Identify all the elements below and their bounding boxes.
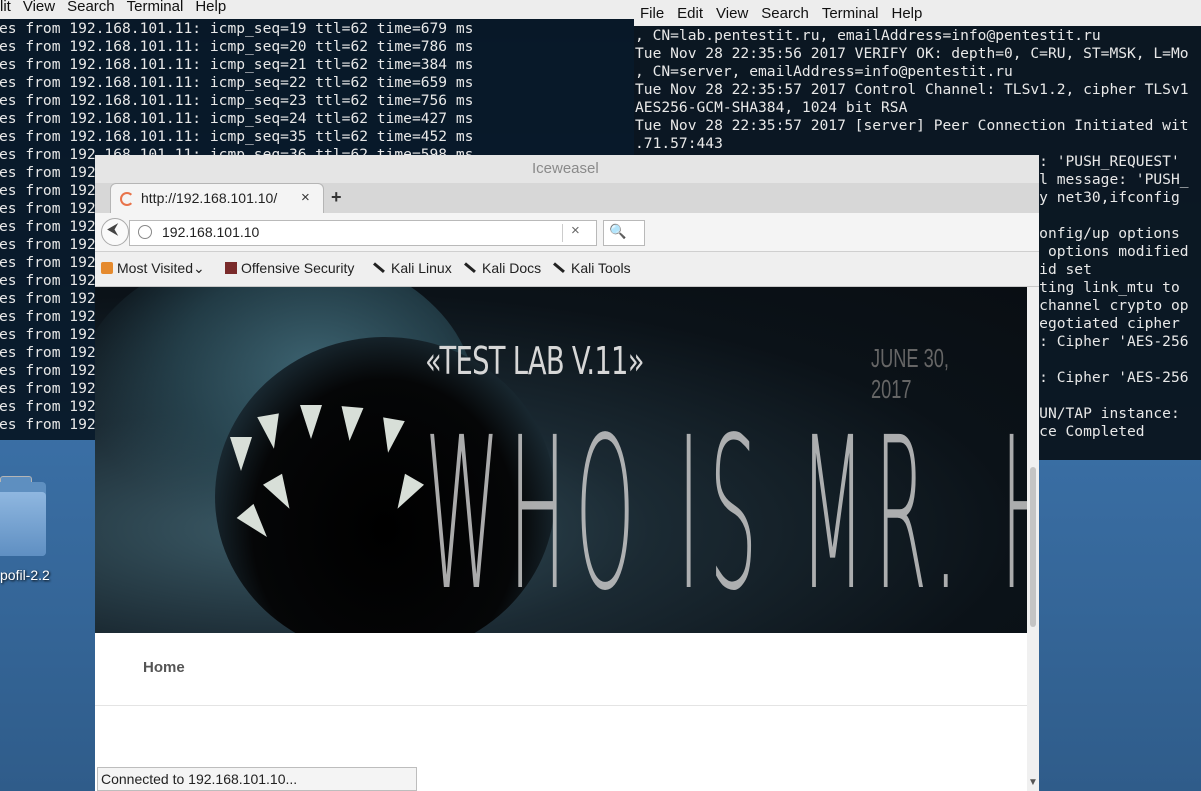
tab-title: http://192.168.101.10/ xyxy=(141,190,278,206)
terminal-line: es from 192.168.101.11: icmp_seq=22 ttl=… xyxy=(0,74,474,91)
new-tab-button[interactable]: + xyxy=(331,187,342,208)
status-text: Connected to 192.168.101.10... xyxy=(101,771,298,787)
url-bar[interactable]: 192.168.101.10 × xyxy=(129,220,597,246)
bookmark-kali-tools[interactable]: Kali Tools xyxy=(553,260,631,276)
tab-strip: http://192.168.101.10/ × + xyxy=(95,183,1039,214)
most-visited-icon xyxy=(101,262,113,274)
bookmark-kali-docs[interactable]: Kali Docs xyxy=(464,260,541,276)
terminal-line: , CN=server, emailAddress=info@pentestit… xyxy=(635,63,1013,80)
menu-file[interactable]: File xyxy=(640,0,664,27)
stop-loading-icon[interactable]: × xyxy=(571,222,580,239)
navigation-toolbar: ⮜ 192.168.101.10 × 🔍 xyxy=(95,213,1039,252)
menu-help[interactable]: Help xyxy=(892,0,923,27)
hero-banner: «TEST LAB V.11» JUNE 30, 2017 WHO IS MR.… xyxy=(95,287,1027,633)
back-arrow-icon: ⮜ xyxy=(107,221,119,238)
terminal-line: es from 192.168.101.11: icmp_seq=19 ttl=… xyxy=(0,20,474,37)
menu-view[interactable]: View xyxy=(716,0,748,27)
menu-edit[interactable]: lit xyxy=(0,0,11,14)
url-text: 192.168.101.10 xyxy=(162,224,260,240)
page-scrollbar[interactable]: ▼ xyxy=(1027,287,1039,791)
terminal-line: es from 192.168.101.11: icmp_seq=35 ttl=… xyxy=(0,128,474,145)
folder-icon xyxy=(0,476,46,556)
terminal-line: .71.57:443 xyxy=(635,135,723,152)
offensive-security-icon xyxy=(225,262,237,274)
bookmark-offensive-security[interactable]: Offensive Security xyxy=(225,260,354,276)
terminal-line: es from 192.168.101.11: icmp_seq=20 ttl=… xyxy=(0,38,474,55)
scroll-down-icon[interactable]: ▼ xyxy=(1028,777,1038,788)
terminal-line: es from 192.168.101.11: icmp_seq=24 ttl=… xyxy=(0,110,474,127)
terminal-line: es from 192.168.101.11: icmp_seq=23 ttl=… xyxy=(0,92,474,109)
tab-close-icon[interactable]: × xyxy=(301,189,310,206)
browser-tab[interactable]: http://192.168.101.10/ × xyxy=(110,183,324,214)
window-title: Iceweasel xyxy=(532,160,599,177)
loading-spinner-icon xyxy=(120,192,134,206)
terminal-line: es from 192.168.101.11: icmp_seq=21 ttl=… xyxy=(0,56,474,73)
terminal-line: AES256-GCM-SHA384, 1024 bit RSA xyxy=(635,99,908,116)
kali-dragon-icon xyxy=(373,260,387,274)
status-bar: Connected to 192.168.101.10... xyxy=(97,767,417,791)
back-button[interactable]: ⮜ xyxy=(101,218,129,246)
browser-window[interactable]: Iceweasel http://192.168.101.10/ × + ⮜ 1… xyxy=(95,155,1039,791)
hero-title: WHO IS MR. HACKER? xyxy=(425,392,1027,633)
nav-home-link[interactable]: Home xyxy=(143,659,185,676)
menu-view[interactable]: View xyxy=(23,0,55,14)
menu-terminal[interactable]: Terminal xyxy=(822,0,879,27)
kali-dragon-icon xyxy=(553,260,567,274)
terminal-line: Tue Nov 28 22:35:56 2017 VERIFY OK: dept… xyxy=(635,45,1189,62)
terminal-menubar: File Edit View Search Terminal Help xyxy=(634,0,1201,26)
desktop-folder-label: pofil-2.2 xyxy=(0,567,50,583)
terminal-line: Tue Nov 28 22:35:57 2017 [server] Peer C… xyxy=(635,117,1189,134)
search-icon: 🔍 xyxy=(609,223,627,239)
bookmark-most-visited[interactable]: Most Visited⌄ xyxy=(101,260,205,277)
terminal-line: , CN=lab.pentestit.ru, emailAddress=info… xyxy=(635,27,1101,44)
menu-edit[interactable]: Edit xyxy=(677,0,703,27)
globe-icon xyxy=(138,225,152,239)
terminal-menubar: lit View Search Terminal Help xyxy=(0,0,640,19)
menu-search[interactable]: Search xyxy=(67,0,115,14)
menu-help[interactable]: Help xyxy=(195,0,226,14)
bookmarks-toolbar: Most Visited⌄ Offensive Security Kali Li… xyxy=(95,252,1039,287)
scrollbar-thumb[interactable] xyxy=(1030,467,1036,627)
window-titlebar[interactable]: Iceweasel xyxy=(95,155,1039,183)
terminal-line: Tue Nov 28 22:35:57 2017 Control Channel… xyxy=(635,81,1189,98)
menu-search[interactable]: Search xyxy=(761,0,809,27)
menu-terminal[interactable]: Terminal xyxy=(127,0,184,14)
hero-subtitle: «TEST LAB V.11» xyxy=(425,339,644,383)
chevron-down-icon: ⌄ xyxy=(193,260,205,276)
bookmark-kali-linux[interactable]: Kali Linux xyxy=(373,260,452,276)
kali-dragon-icon xyxy=(464,260,478,274)
site-navigation: Home xyxy=(95,633,1027,706)
search-box[interactable]: 🔍 xyxy=(603,220,645,246)
